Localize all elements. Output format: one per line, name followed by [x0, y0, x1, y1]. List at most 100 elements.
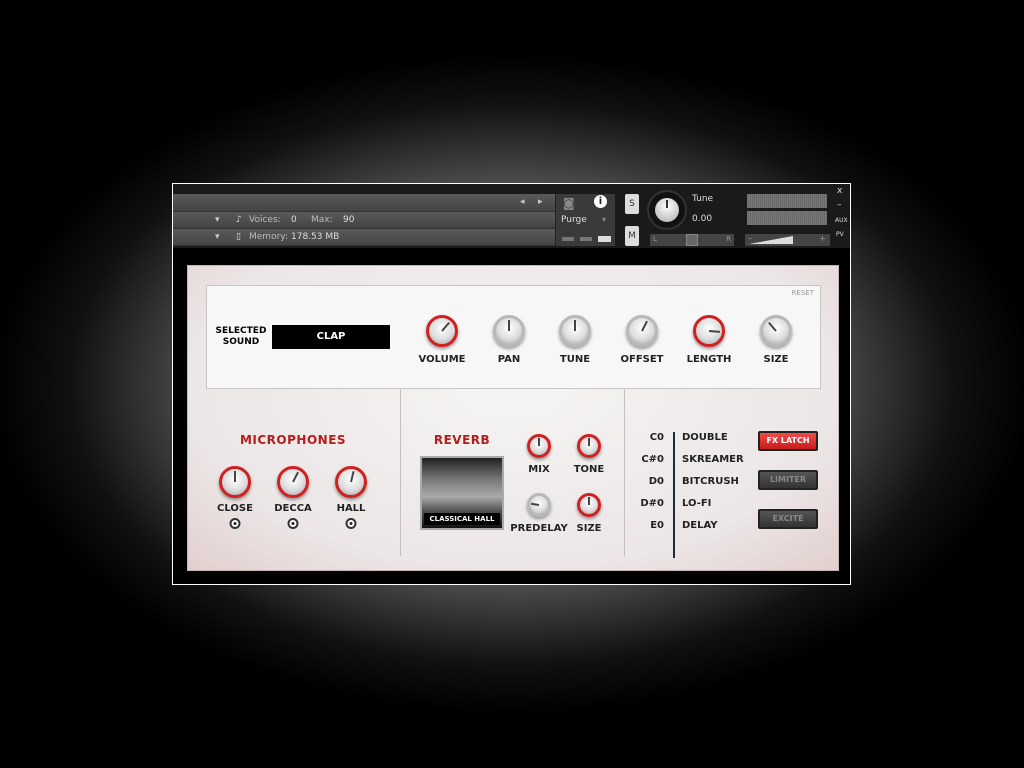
reset-button[interactable]: RESET [792, 289, 814, 297]
pan-label: PAN [497, 354, 521, 365]
knob-pointer [508, 320, 510, 331]
voices-value: 0 [291, 215, 297, 225]
close-button[interactable]: x [837, 186, 842, 196]
fx-divider [673, 432, 675, 558]
tune-knob[interactable] [649, 192, 685, 228]
purge-menu[interactable]: Purge [561, 215, 587, 225]
header-row-3: ▾ ▯ Memory: 178.53 MB [173, 229, 613, 246]
reverb-size-knob[interactable] [577, 493, 601, 517]
length-label: LENGTH [686, 354, 732, 365]
fx-key-label: D0 [648, 476, 664, 487]
mic-hall-knob[interactable] [335, 466, 367, 498]
reverb-preset-name: CLASSICAL HALL [424, 513, 500, 525]
divider [624, 389, 625, 556]
dropdown-arrow-icon[interactable]: ▾ [215, 232, 220, 242]
reverb-mix-label: MIX [528, 464, 550, 475]
pan-knob[interactable] [493, 315, 525, 347]
knob-pointer [588, 438, 590, 446]
pan-slider[interactable]: L R [650, 234, 734, 246]
reverb-title: REVERB [433, 433, 491, 447]
microphones-title: MICROPHONES [239, 433, 347, 447]
reverb-predelay-knob[interactable] [527, 493, 551, 517]
solo-button[interactable]: S [625, 194, 639, 214]
volume-minus[interactable]: – [748, 234, 752, 243]
offset-label: OFFSET [620, 354, 664, 365]
reverb-predelay-label: PREDELAY [510, 523, 568, 534]
fx-latch-button[interactable]: FX LATCH [758, 431, 818, 451]
knob-pointer [441, 321, 450, 332]
size-label: SIZE [763, 354, 789, 365]
instrument-window: ◂ ▸ ▾ ♪ Voices: 0 Max: 90 ▾ ▯ Memory: 17… [172, 183, 851, 585]
tune-knob[interactable] [559, 315, 591, 347]
mic-decca-output-radio[interactable] [287, 518, 299, 529]
memory-value: 178.53 MB [291, 232, 340, 242]
volume-plus[interactable]: + [819, 234, 826, 243]
dropdown-arrow-icon[interactable]: ▾ [215, 215, 220, 225]
level-meter-left [747, 194, 827, 208]
instrument-header: ◂ ▸ ▾ ♪ Voices: 0 Max: 90 ▾ ▯ Memory: 17… [173, 184, 850, 248]
reverb-tone-knob[interactable] [577, 434, 601, 458]
volume-slider[interactable]: – + [745, 234, 830, 246]
max-label: Max: [311, 215, 333, 225]
info-icon[interactable]: i [594, 195, 607, 208]
mic-hall-output-radio[interactable] [345, 518, 357, 529]
excite-button[interactable]: EXCITE [758, 509, 818, 529]
mic-close-output-radio[interactable] [229, 518, 241, 529]
reverb-mix-knob[interactable] [527, 434, 551, 458]
aux-button[interactable]: AUX [835, 217, 848, 224]
knob-pointer [641, 320, 648, 332]
knob-pointer [350, 471, 355, 483]
pv-button[interactable]: PV [836, 231, 844, 238]
reverb-size-label: SIZE [576, 523, 602, 534]
mic-decca-label: DECCA [274, 503, 312, 514]
knob-pointer [708, 330, 721, 333]
fx-key-label: C0 [649, 432, 664, 443]
offset-knob[interactable] [626, 315, 658, 347]
purge-dropdown-icon[interactable]: ▾ [602, 215, 606, 224]
selected-sound-selector[interactable]: CLAP [272, 325, 390, 349]
mic-decca-knob[interactable] [277, 466, 309, 498]
prev-arrow-icon[interactable]: ◂ [520, 197, 525, 207]
size-knob[interactable] [760, 315, 792, 347]
knob-pointer [292, 471, 299, 483]
length-knob[interactable] [693, 315, 725, 347]
knob-pointer [588, 497, 590, 505]
selected-sound-label: SELECTED SOUND [215, 326, 267, 347]
memory-label: Memory: [249, 232, 288, 242]
fx-bitcrush-label: BITCRUSH [682, 476, 739, 487]
fx-skreamer-label: SKREAMER [682, 454, 744, 465]
header-row-2: ▾ ♪ Voices: 0 Max: 90 [173, 212, 613, 229]
mic-close-knob[interactable] [219, 466, 251, 498]
volume-knob[interactable] [426, 315, 458, 347]
reverb-preset-image[interactable]: CLASSICAL HALL [420, 456, 504, 530]
pan-left-label: L [653, 235, 657, 243]
fx-key-label: E0 [650, 520, 664, 531]
mic-hall-label: HALL [336, 503, 366, 514]
knob-pointer [574, 320, 576, 331]
volume-label: VOLUME [418, 354, 466, 365]
level-meter-right [747, 211, 827, 225]
knob-pointer [530, 502, 540, 506]
fx-key-label: D#0 [640, 498, 664, 509]
knob-pointer [768, 321, 777, 332]
fx-delay-label: DELAY [682, 520, 718, 531]
voices-icon: ♪ [236, 215, 242, 225]
divider [400, 389, 401, 556]
mic-close-label: CLOSE [217, 503, 253, 514]
instrument-panel: RESET SELECTED SOUND CLAP MICROPHONES RE… [187, 265, 839, 571]
header-row-1: ◂ ▸ [173, 194, 613, 212]
minimize-button[interactable]: – [837, 200, 842, 210]
memory-icon: ▯ [236, 232, 241, 242]
limiter-button[interactable]: LIMITER [758, 470, 818, 490]
max-voices-value[interactable]: 90 [343, 215, 354, 225]
tune-label: TUNE [559, 354, 591, 365]
camera-icon[interactable]: ◙ [563, 196, 575, 210]
knob-pointer [234, 471, 236, 482]
purge-area: ◙ i Purge ▾ [555, 194, 615, 246]
tune-label: Tune [692, 194, 714, 204]
knob-pointer [538, 438, 540, 446]
next-arrow-icon[interactable]: ▸ [538, 197, 543, 207]
mute-button[interactable]: M [625, 226, 639, 246]
reverb-tone-label: TONE [573, 464, 605, 475]
fx-double-label: DOUBLE [682, 432, 728, 443]
